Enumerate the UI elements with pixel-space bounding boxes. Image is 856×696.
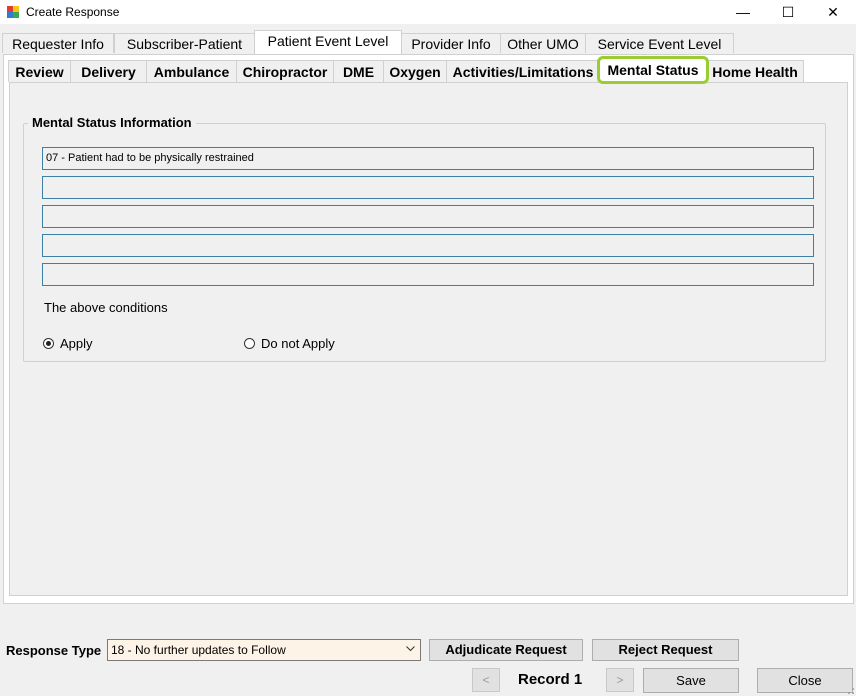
window-title: Create Response (26, 5, 120, 19)
radio-unchecked-icon (244, 338, 255, 349)
tab-requester-info[interactable]: Requester Info (2, 33, 114, 53)
mental-status-field-4[interactable] (42, 234, 814, 257)
tab-review[interactable]: Review (8, 60, 71, 82)
tab-subscriber-patient[interactable]: Subscriber-Patient (114, 33, 255, 53)
tab-provider-info[interactable]: Provider Info (401, 33, 501, 53)
mental-status-field-5[interactable] (42, 263, 814, 286)
chevron-right-icon: > (616, 673, 624, 687)
tab-chiropractor[interactable]: Chiropractor (236, 60, 334, 82)
tab-oxygen[interactable]: Oxygen (383, 60, 447, 82)
record-indicator: Record 1 (518, 671, 583, 688)
close-button[interactable]: Close (757, 668, 853, 693)
conditions-label: The above conditions (44, 300, 168, 315)
chevron-left-icon: < (482, 673, 490, 687)
response-type-label: Response Type (6, 643, 102, 658)
create-response-window: Create Response — ☐ ✕ Requester Info Sub… (0, 0, 856, 696)
response-type-select[interactable]: 18 - No further updates to Follow (107, 639, 421, 661)
maximize-button[interactable]: ☐ (765, 0, 811, 24)
reject-request-button[interactable]: Reject Request (592, 639, 739, 661)
maximize-icon: ☐ (781, 3, 795, 20)
radio-apply-label: Apply (60, 336, 93, 351)
mental-status-field-1[interactable]: 07 - Patient had to be physically restra… (42, 147, 814, 170)
close-icon: ✕ (827, 3, 839, 20)
resize-grip-icon[interactable] (845, 685, 855, 695)
tab-mental-status[interactable]: Mental Status (597, 56, 709, 84)
tab-home-health[interactable]: Home Health (706, 60, 804, 82)
radio-do-not-apply-label: Do not Apply (261, 336, 335, 351)
next-record-button[interactable]: > (606, 668, 634, 692)
minimize-button[interactable]: — (720, 0, 766, 24)
minimize-icon: — (736, 4, 750, 20)
mental-status-field-3[interactable] (42, 205, 814, 228)
tab-patient-event-level[interactable]: Patient Event Level (254, 30, 402, 54)
radio-do-not-apply[interactable]: Do not Apply (244, 336, 335, 351)
save-button[interactable]: Save (643, 668, 739, 693)
tab-dme[interactable]: DME (333, 60, 384, 82)
tab-delivery[interactable]: Delivery (70, 60, 147, 82)
response-type-value: 18 - No further updates to Follow (111, 643, 286, 657)
chevron-down-icon[interactable] (402, 640, 418, 660)
radio-checked-icon (43, 338, 54, 349)
app-icon (7, 6, 19, 18)
title-bar: Create Response — ☐ ✕ (0, 0, 856, 24)
group-title: Mental Status Information (28, 115, 196, 130)
mental-status-field-2[interactable] (42, 176, 814, 199)
tab-other-umo[interactable]: Other UMO (500, 33, 586, 53)
tab-ambulance[interactable]: Ambulance (146, 60, 237, 82)
previous-record-button[interactable]: < (472, 668, 500, 692)
close-window-button[interactable]: ✕ (810, 0, 856, 24)
radio-apply[interactable]: Apply (43, 336, 93, 351)
adjudicate-request-button[interactable]: Adjudicate Request (429, 639, 583, 661)
tab-activities-limitations[interactable]: Activities/Limitations (446, 60, 600, 82)
tab-service-event-level[interactable]: Service Event Level (585, 33, 734, 53)
